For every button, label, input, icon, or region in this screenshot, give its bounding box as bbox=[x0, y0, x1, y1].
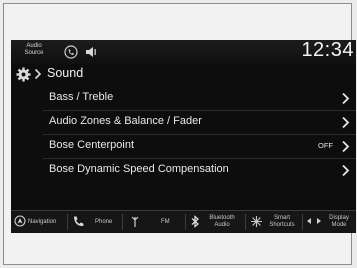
menu-item-audio-zones[interactable]: Audio Zones & Balance / Fader bbox=[11, 110, 356, 134]
bottom-nav-bar: Navigation Phone FM Bluetooth Audio Smar… bbox=[11, 210, 356, 233]
clock: 12:34 bbox=[301, 40, 354, 61]
speaker-icon bbox=[86, 47, 96, 57]
nav-separator bbox=[245, 214, 246, 230]
breadcrumb-chevron-icon bbox=[34, 68, 42, 80]
nav-button-smart-shortcuts[interactable]: Smart Shortcuts bbox=[247, 211, 301, 233]
chevron-right-icon bbox=[342, 116, 350, 129]
nav-separator bbox=[122, 214, 123, 230]
menu-item-label: Bose Centerpoint bbox=[49, 139, 134, 151]
nav-button-navigation[interactable]: Navigation bbox=[11, 211, 65, 233]
nav-label: Display Mode bbox=[329, 215, 349, 228]
nav-label: Smart Shortcuts bbox=[269, 215, 295, 228]
nav-label: Phone bbox=[95, 219, 113, 225]
phone-connected-icon bbox=[64, 45, 78, 59]
nav-label: Bluetooth Audio bbox=[209, 215, 235, 228]
menu-item-label: Audio Zones & Balance / Fader bbox=[49, 115, 202, 127]
nav-separator bbox=[185, 214, 186, 230]
setting-value: OFF bbox=[318, 141, 333, 150]
audio-source-button[interactable]: Audio Source bbox=[20, 43, 48, 57]
nav-button-bluetooth-audio[interactable]: Bluetooth Audio bbox=[187, 211, 245, 233]
nav-label: FM bbox=[161, 219, 170, 225]
chevron-right-icon bbox=[342, 140, 350, 153]
menu-item-label: Bose Dynamic Speed Compensation bbox=[49, 163, 229, 175]
status-bar: Audio Source 12:34 bbox=[11, 40, 356, 64]
infotainment-screen: Audio Source 12:34 Sound Bass / Treble A… bbox=[11, 40, 356, 233]
nav-separator bbox=[302, 214, 303, 230]
chevron-right-icon bbox=[342, 92, 350, 105]
bluetooth-icon bbox=[191, 215, 199, 228]
gear-icon bbox=[16, 67, 31, 82]
shortcuts-icon bbox=[251, 216, 262, 227]
nav-button-phone[interactable]: Phone bbox=[69, 211, 121, 233]
nav-separator bbox=[67, 214, 68, 230]
menu-item-dynamic-speed-compensation[interactable]: Bose Dynamic Speed Compensation bbox=[11, 158, 356, 182]
breadcrumb: Sound bbox=[11, 64, 356, 86]
nav-button-display-mode[interactable]: Display Mode bbox=[304, 211, 356, 233]
menu-item-bose-centerpoint[interactable]: Bose Centerpoint OFF bbox=[11, 134, 356, 158]
display-mode-icon bbox=[307, 218, 321, 224]
antenna-icon bbox=[131, 216, 139, 227]
nav-label: Navigation bbox=[28, 219, 57, 225]
phone-icon bbox=[74, 216, 84, 227]
chevron-right-icon bbox=[342, 164, 350, 177]
audio-source-label: Audio Source bbox=[24, 43, 44, 56]
menu-item-label: Bass / Treble bbox=[49, 91, 114, 103]
menu-item-bass-treble[interactable]: Bass / Treble bbox=[11, 86, 356, 110]
page-title: Sound bbox=[47, 66, 84, 80]
nav-button-fm[interactable]: FM bbox=[124, 211, 184, 233]
navigation-icon bbox=[14, 215, 26, 227]
